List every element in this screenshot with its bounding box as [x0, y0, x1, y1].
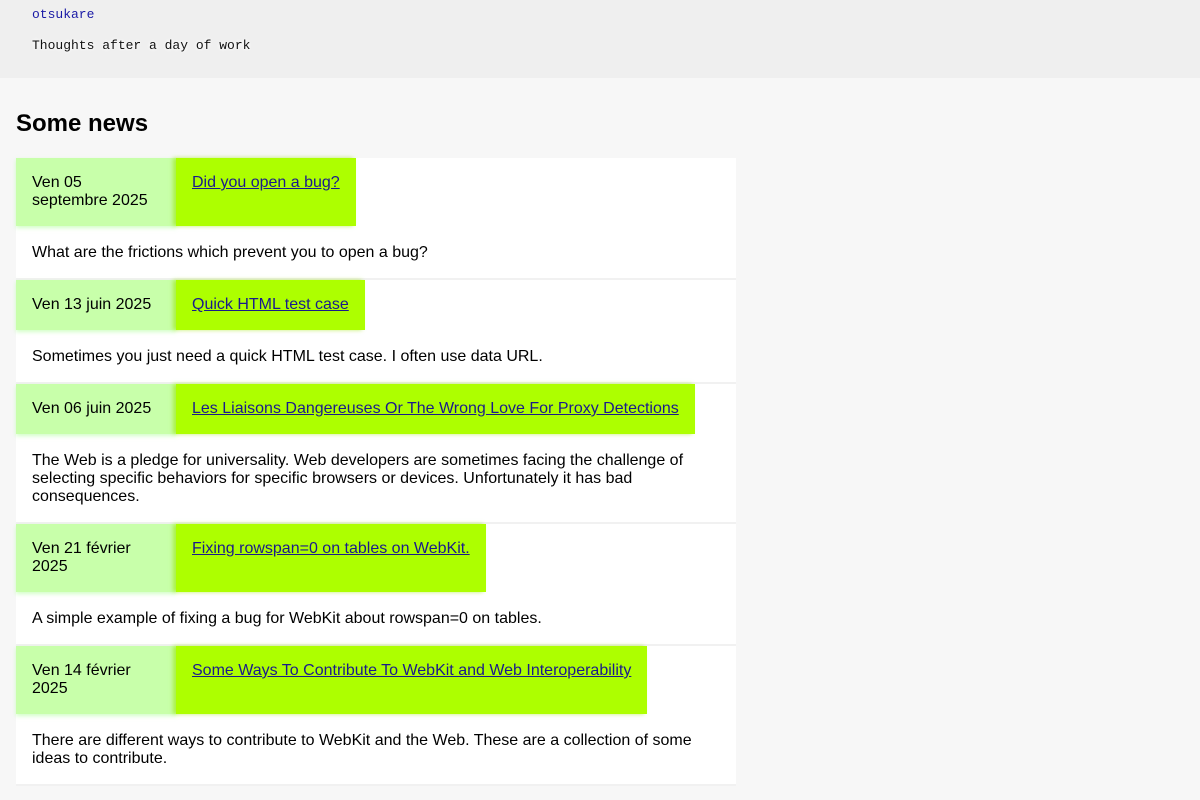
- news-item: Ven 05 septembre 2025 Did you open a bug…: [16, 158, 736, 280]
- news-item: Ven 21 février 2025 Fixing rowspan=0 on …: [16, 524, 736, 646]
- news-item-link[interactable]: Did you open a bug?: [192, 174, 340, 191]
- site-tagline: Thoughts after a day of work: [32, 38, 251, 53]
- news-item-summary: What are the frictions which prevent you…: [32, 244, 428, 261]
- news-item-date: Ven 21 février 2025: [16, 524, 176, 592]
- site-header: otsukare Thoughts after a day of work: [0, 0, 1200, 78]
- news-item-title: Les Liaisons Dangereuses Or The Wrong Lo…: [176, 384, 695, 434]
- news-item-header: Ven 13 juin 2025 Quick HTML test case: [16, 280, 736, 330]
- news-item-date: Ven 06 juin 2025: [16, 384, 176, 434]
- news-item-summary: There are different ways to contribute t…: [32, 732, 692, 767]
- news-item-header: Ven 06 juin 2025 Les Liaisons Dangereuse…: [16, 384, 736, 434]
- news-item-title: Some Ways To Contribute To WebKit and We…: [176, 646, 648, 714]
- news-item-link[interactable]: Les Liaisons Dangereuses Or The Wrong Lo…: [192, 400, 679, 417]
- news-item-title: Fixing rowspan=0 on tables on WebKit.: [176, 524, 486, 592]
- news-item: Ven 06 juin 2025 Les Liaisons Dangereuse…: [16, 384, 736, 524]
- news-item-summary: The Web is a pledge for universality. We…: [32, 452, 684, 505]
- news-item-date: Ven 14 février 2025: [16, 646, 176, 714]
- news-item-title: Quick HTML test case: [176, 280, 365, 330]
- news-item: Ven 14 février 2025 Some Ways To Contrib…: [16, 646, 736, 786]
- news-item-header: Ven 14 février 2025 Some Ways To Contrib…: [16, 646, 736, 714]
- site-title-link[interactable]: otsukare: [32, 7, 94, 22]
- news-item-link[interactable]: Some Ways To Contribute To WebKit and We…: [192, 662, 631, 679]
- news-item-date: Ven 13 juin 2025: [16, 280, 176, 330]
- news-item: Ven 13 juin 2025 Quick HTML test case So…: [16, 280, 736, 384]
- news-list: Ven 05 septembre 2025 Did you open a bug…: [16, 158, 736, 786]
- news-item-summary: Sometimes you just need a quick HTML tes…: [32, 348, 543, 365]
- news-item-date: Ven 05 septembre 2025: [16, 158, 176, 226]
- news-item-link[interactable]: Quick HTML test case: [192, 296, 349, 313]
- main-content: Some news Ven 05 septembre 2025 Did you …: [0, 78, 1200, 786]
- news-item-summary: A simple example of fixing a bug for Web…: [32, 610, 542, 627]
- news-item-header: Ven 05 septembre 2025 Did you open a bug…: [16, 158, 736, 226]
- news-item-link[interactable]: Fixing rowspan=0 on tables on WebKit.: [192, 540, 470, 557]
- news-heading: Some news: [16, 110, 149, 137]
- news-item-header: Ven 21 février 2025 Fixing rowspan=0 on …: [16, 524, 736, 592]
- news-item-title: Did you open a bug?: [176, 158, 356, 226]
